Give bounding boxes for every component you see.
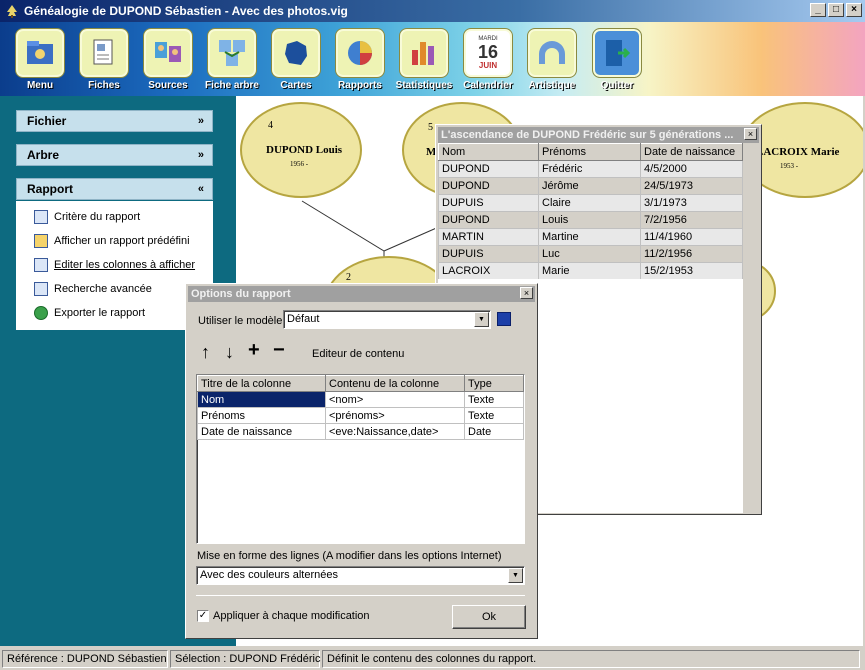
close-icon[interactable]: × [744, 128, 757, 140]
section-rapport[interactable]: Rapport « [16, 178, 213, 200]
toolbar-menu[interactable]: Menu [13, 28, 67, 91]
window-titlebar: Généalogie de DUPOND Sébastien - Avec de… [0, 0, 865, 22]
save-icon[interactable] [497, 312, 511, 326]
arch-icon [527, 28, 577, 78]
columns-icon [34, 258, 48, 272]
model-label: Utiliser le modèle [198, 315, 283, 327]
add-column-button[interactable]: + [248, 339, 260, 362]
apply-checkbox[interactable]: ✓ [197, 610, 209, 622]
rapport-panel: Critère du rapport Afficher un rapport p… [16, 201, 213, 330]
format-select[interactable]: Avec des couleurs alternées ▼ [196, 566, 525, 585]
options-dialog: Options du rapport × Utiliser le modèle … [185, 283, 538, 639]
table-row[interactable]: LACROIX Marie 15/2/1953 [438, 262, 743, 280]
header-prenoms[interactable]: Prénoms [538, 143, 641, 161]
section-arbre[interactable]: Arbre » [16, 144, 213, 166]
toolbar-calendrier[interactable]: MARDI 16 JUIN Calendrier [461, 28, 515, 91]
header-date-naissance[interactable]: Date de naissance [640, 143, 743, 161]
toolbar-statistiques[interactable]: Statistiques [396, 28, 452, 91]
bar-chart-icon [399, 28, 449, 78]
table-row[interactable]: DUPOND Frédéric 4/5/2000 [438, 160, 743, 178]
table-row[interactable]: DUPUIS Luc 11/2/1956 [438, 245, 743, 263]
status-bar: Référence : DUPOND Sébastien Sélection :… [0, 648, 865, 670]
table-row[interactable]: Prénoms <prénoms> Texte [197, 407, 524, 424]
header-titre-colonne[interactable]: Titre de la colonne [197, 375, 326, 392]
close-button[interactable]: × [846, 3, 862, 17]
content-editor-button[interactable]: Editeur de contenu [312, 348, 404, 360]
remove-column-button[interactable]: − [273, 339, 285, 362]
model-select[interactable]: Défaut ▼ [283, 310, 491, 329]
tree-icon [207, 28, 257, 78]
export-icon [34, 306, 48, 320]
toolbar-artistique[interactable]: Artistique [525, 28, 579, 91]
header-nom[interactable]: Nom [438, 143, 539, 161]
toolbar-quitter[interactable]: Quitter [590, 28, 644, 91]
table-row[interactable]: Date de naissance <eve:Naissance,date> Dat… [197, 423, 524, 440]
divider [196, 595, 525, 596]
predefined-report-icon [34, 234, 48, 248]
folder-icon [15, 28, 65, 78]
toolbar-sources[interactable]: Sources [141, 28, 195, 91]
main-toolbar: Menu Fiches Sources Fiche arbre Cartes R… [0, 22, 865, 96]
dropdown-arrow-icon: ▼ [474, 312, 489, 327]
ascendance-table: Nom Prénoms Date de naissance DUPOND Fréd… [438, 143, 743, 280]
toolbar-rapports[interactable]: Rapports [333, 28, 387, 91]
close-icon[interactable]: × [520, 287, 533, 299]
move-down-button[interactable]: ↓ [225, 342, 234, 363]
window-title: Généalogie de DUPOND Sébastien - Avec de… [24, 4, 348, 18]
table-row[interactable]: MARTIN Martine 11/4/1960 [438, 228, 743, 246]
document-icon [79, 28, 129, 78]
maximize-button[interactable]: □ [828, 3, 844, 17]
tree-app-icon [4, 3, 20, 19]
move-up-button[interactable]: ↑ [201, 342, 210, 363]
table-row[interactable]: Nom <nom> Texte [197, 391, 524, 408]
toolbar-fiche-arbre[interactable]: Fiche arbre [205, 28, 259, 91]
exit-door-icon [592, 28, 642, 78]
status-selection: Sélection : DUPOND Frédéric [170, 650, 321, 668]
columns-table: Titre de la colonne Contenu de la colonn… [197, 375, 524, 440]
table-row[interactable]: DUPOND Louis 7/2/1956 [438, 211, 743, 229]
tree-node-dupond-louis[interactable]: 4 DUPOND Louis 1956 - [240, 102, 362, 198]
toolbar-fiches[interactable]: Fiches [77, 28, 131, 91]
section-fichier[interactable]: Fichier » [16, 110, 213, 132]
status-hint: Définit le contenu des colonnes du rappo… [322, 650, 860, 668]
item-exporter-rapport[interactable]: Exporter le rapport [34, 306, 145, 320]
calendar-icon: MARDI 16 JUIN [463, 28, 513, 78]
minimize-button[interactable]: _ [810, 3, 826, 17]
table-row[interactable]: DUPOND Jérôme 24/5/1973 [438, 177, 743, 195]
ascendance-title: L'ascendance de DUPOND Frédéric sur 5 gé… [438, 127, 759, 143]
chevron-down-icon: » [197, 115, 204, 127]
report-criteria-icon [34, 210, 48, 224]
dropdown-arrow-icon: ▼ [508, 568, 523, 583]
item-recherche-avancee[interactable]: Recherche avancée [34, 282, 152, 296]
header-type[interactable]: Type [464, 375, 524, 392]
format-label: Mise en forme des lignes (A modifier dan… [197, 550, 502, 562]
ok-button[interactable]: Ok [452, 605, 526, 629]
item-critere-rapport[interactable]: Critère du rapport [34, 210, 140, 224]
options-title: Options du rapport [188, 286, 535, 302]
item-rapport-predefini[interactable]: Afficher un rapport prédéfini [34, 234, 190, 248]
toolbar-cartes[interactable]: Cartes [269, 28, 323, 91]
search-icon [34, 282, 48, 296]
pie-chart-icon [335, 28, 385, 78]
columns-grid: Titre de la colonne Contenu de la colonn… [196, 374, 525, 544]
item-editer-colonnes[interactable]: Editer les colonnes à afficher [34, 258, 195, 272]
map-icon [271, 28, 321, 78]
table-row[interactable]: DUPUIS Claire 3/1/1973 [438, 194, 743, 212]
chevron-up-icon: « [197, 183, 204, 195]
people-icon [143, 28, 193, 78]
apply-label: Appliquer à chaque modification [213, 610, 370, 622]
status-reference: Référence : DUPOND Sébastien [2, 650, 168, 668]
header-contenu-colonne[interactable]: Contenu de la colonne [325, 375, 465, 392]
chevron-down-icon: » [197, 149, 204, 161]
